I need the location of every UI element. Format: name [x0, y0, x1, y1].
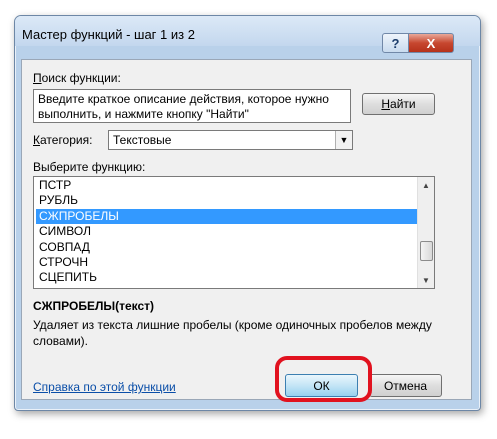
function-description: Удаляет из текста лишние пробелы (кроме …	[33, 318, 432, 348]
chevron-down-icon[interactable]: ▼	[335, 131, 352, 149]
function-list[interactable]: СЦЕПИТЬ СТРОЧН СОВПАД СИМВОЛ СЖПРОБЕЛЫ РУБЛЬ П…	[33, 176, 435, 289]
function-list-item[interactable]: СЖПРОБЕЛЫ	[36, 208, 421, 224]
scroll-thumb[interactable]	[420, 241, 433, 262]
help-link[interactable]: Справка по этой функции	[33, 380, 176, 394]
category-label: Категория:	[33, 133, 93, 147]
function-list-item[interactable]: СТРОЧН	[36, 255, 421, 270]
category-value: Текстовые	[113, 133, 172, 147]
help-icon[interactable]: ?	[382, 33, 409, 53]
scroll-up-icon[interactable]: ▲	[418, 177, 434, 193]
function-list-item[interactable]: СОВПАД	[36, 240, 421, 255]
function-signature: СЖПРОБЕЛЫ(текст)	[33, 299, 155, 313]
scrollbar[interactable]: ▲ ▼	[417, 177, 434, 288]
dialog-body: Поиск функции: Введите краткое описание …	[21, 59, 472, 400]
function-list-item[interactable]: РУБЛЬ	[36, 193, 421, 208]
category-select[interactable]: Текстовые ▼	[108, 130, 353, 150]
search-input[interactable]: Введите краткое описание действия, котор…	[33, 89, 351, 123]
scroll-down-icon[interactable]: ▼	[418, 272, 434, 288]
ok-highlight-annotation	[275, 356, 372, 402]
cancel-button[interactable]: Отмена	[369, 374, 442, 397]
find-button[interactable]: Найти	[362, 93, 435, 115]
function-list-label: Выберите функцию:	[33, 160, 146, 174]
window-title: Мастер функций - шаг 1 из 2	[22, 27, 195, 42]
function-list-item[interactable]: СИМВОЛ	[36, 224, 421, 239]
function-list-item[interactable]: ПСТР	[36, 178, 421, 193]
close-icon[interactable]: X	[408, 33, 454, 53]
function-wizard-dialog: ? X Поиск функции: Введите краткое описа…	[14, 15, 481, 411]
function-list-item[interactable]: СЦЕПИТЬ	[36, 270, 421, 285]
search-label: Поиск функции:	[33, 71, 121, 85]
